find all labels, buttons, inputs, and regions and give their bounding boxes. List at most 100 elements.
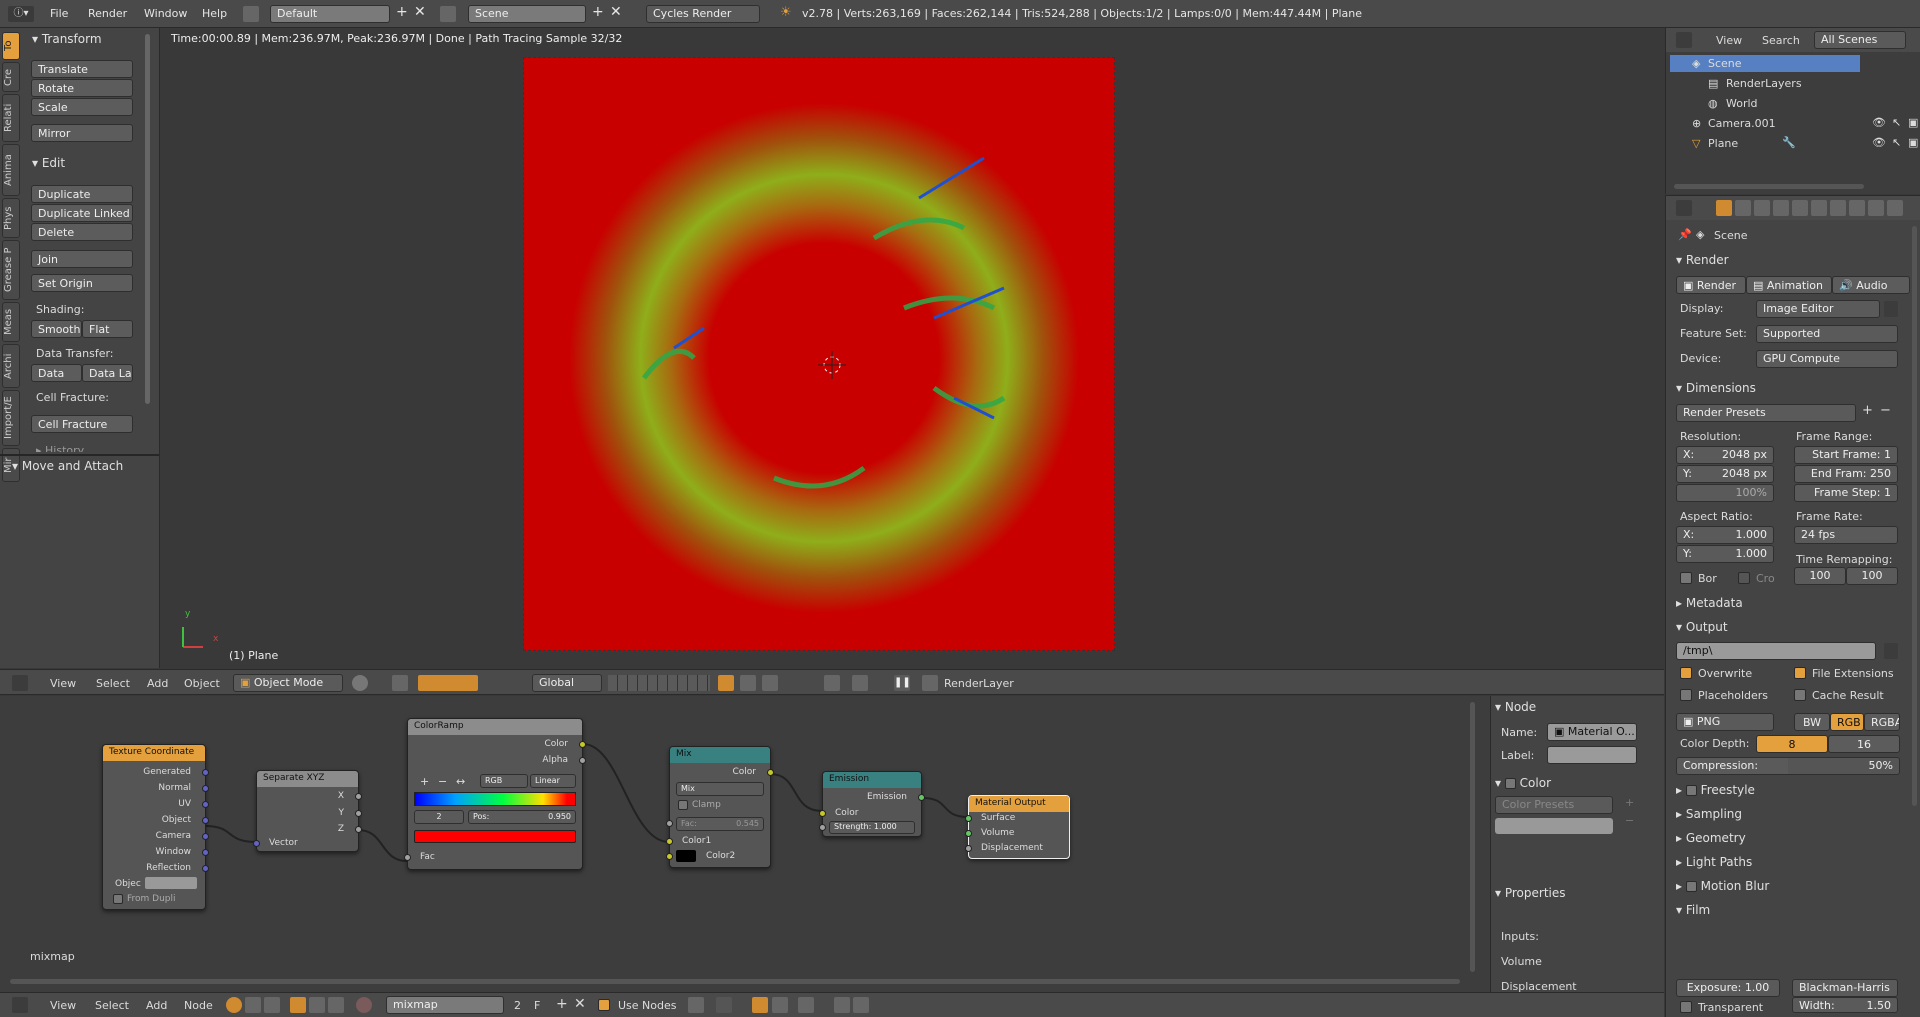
editor-type-icon[interactable] — [12, 997, 28, 1013]
render-panel-header[interactable]: ▾ Render — [1676, 253, 1729, 267]
socket[interactable] — [579, 757, 586, 764]
node-header[interactable]: Mix — [670, 747, 770, 763]
sampling-panel-header[interactable]: ▸ Sampling — [1676, 807, 1742, 821]
texture-tab-icon[interactable] — [1887, 200, 1903, 216]
interpolation-select[interactable]: Linear — [530, 774, 576, 788]
strength-field[interactable]: Strength: 1.000 — [829, 821, 915, 834]
socket[interactable] — [819, 824, 826, 831]
output-path-field[interactable]: /tmp\ — [1676, 642, 1876, 660]
remove-preset-icon[interactable]: − — [1880, 403, 1891, 418]
socket[interactable] — [965, 830, 972, 837]
node-panel-header[interactable]: ▾ Node — [1495, 700, 1536, 714]
stop-color-swatch[interactable] — [414, 830, 576, 843]
mirror-button[interactable]: Mirror — [31, 124, 133, 142]
geometry-panel-header[interactable]: ▸ Geometry — [1676, 831, 1746, 845]
tab-measure[interactable]: Meas — [2, 302, 20, 342]
add-preset-icon[interactable]: + — [1625, 796, 1634, 809]
tab-create[interactable]: Cre — [2, 62, 20, 92]
remove-layout-icon[interactable]: ✕ — [414, 4, 426, 20]
display-select[interactable]: Image Editor — [1756, 300, 1880, 318]
properties-panel-header[interactable]: ▾ Properties — [1495, 886, 1566, 900]
depth-16-button[interactable]: 16 — [1828, 735, 1900, 753]
color-ramp-gradient[interactable] — [414, 792, 576, 806]
delete-button[interactable]: Delete — [31, 223, 133, 241]
scene-icon[interactable] — [440, 6, 456, 22]
outliner-row-scene[interactable]: ◈ Scene — [1670, 55, 1860, 72]
socket[interactable] — [355, 810, 362, 817]
socket[interactable] — [767, 769, 774, 776]
shader-nodes-icon[interactable] — [226, 997, 242, 1013]
add-material-icon[interactable]: + — [556, 996, 568, 1012]
flat-button[interactable]: Flat — [82, 320, 133, 338]
outliner-row-camera[interactable]: ⊕ Camera.001 👁 ↖ ▣ — [1670, 115, 1920, 132]
socket[interactable] — [355, 826, 362, 833]
socket[interactable] — [202, 801, 209, 808]
color2-swatch[interactable] — [676, 850, 696, 862]
pivot-icon[interactable] — [392, 675, 408, 691]
start-frame-field[interactable]: Start Frame: 1 — [1794, 446, 1898, 464]
add-stop-icon[interactable]: + — [420, 775, 429, 788]
resolution-y-field[interactable]: Y: 2048 px — [1676, 465, 1774, 483]
linestyle-icon[interactable] — [328, 997, 344, 1013]
world-shader-icon[interactable] — [309, 997, 325, 1013]
orientation-select[interactable]: Global — [532, 674, 602, 692]
world-tab-icon[interactable] — [1773, 200, 1789, 216]
socket[interactable] — [666, 820, 673, 827]
tab-animation[interactable]: Anima — [2, 144, 20, 196]
motion-blur-panel-header[interactable]: ▸ Motion Blur — [1676, 879, 1769, 893]
tab-grease-pencil[interactable]: Grease P — [2, 240, 20, 300]
file-format-select[interactable]: ▣ PNG — [1676, 713, 1774, 731]
light-paths-panel-header[interactable]: ▸ Light Paths — [1676, 855, 1752, 869]
node-header[interactable]: Material Output — [969, 796, 1069, 812]
outliner-menu-view[interactable]: View — [1716, 34, 1742, 47]
socket[interactable] — [202, 817, 209, 824]
outliner-h-scrollbar[interactable] — [1674, 184, 1864, 189]
socket[interactable] — [202, 833, 209, 840]
outliner-row-renderlayers[interactable]: ▤ RenderLayers — [1670, 75, 1870, 92]
pause-icon[interactable]: ❚❚ — [894, 675, 911, 691]
crop-checkbox[interactable] — [1738, 572, 1750, 584]
exposure-field[interactable]: Exposure: 1.00 — [1676, 979, 1780, 997]
object-tab-icon[interactable] — [1792, 200, 1808, 216]
audio-button[interactable]: 🔊 Audio — [1832, 276, 1910, 294]
color-rgb-button[interactable]: RGB — [1830, 713, 1864, 731]
info-editor-icon[interactable]: ⓘ▾ — [8, 6, 34, 22]
tab-import-export[interactable]: Import/E — [2, 390, 20, 446]
node-editor[interactable]: Texture Coordinate Generated Normal UV O… — [0, 696, 1490, 992]
outliner-editor-icon[interactable] — [1676, 32, 1692, 48]
modifier-wrench-icon[interactable]: 🔧 — [1782, 136, 1796, 149]
socket[interactable] — [918, 794, 925, 801]
tab-physics[interactable]: Phys — [2, 198, 20, 238]
node-emission[interactable]: Emission Emission Color Strength: 1.000 — [819, 771, 925, 837]
metadata-panel-header[interactable]: ▸ Metadata — [1676, 596, 1743, 610]
go-to-parent-icon[interactable] — [716, 997, 732, 1013]
fac-field[interactable]: Fac: 0.545 — [676, 817, 764, 831]
node-separate-xyz[interactable]: Separate XYZ X Y Z Vector — [253, 770, 362, 852]
snap-icon[interactable] — [740, 675, 756, 691]
node-header[interactable]: Separate XYZ — [257, 771, 358, 787]
from-dupli-checkbox[interactable] — [113, 894, 123, 904]
socket[interactable] — [253, 840, 260, 847]
remove-stop-icon[interactable]: − — [438, 775, 447, 788]
set-origin-dropdown[interactable]: Set Origin — [31, 274, 133, 292]
color-rgba-button[interactable]: RGBA — [1864, 713, 1900, 731]
device-select[interactable]: GPU Compute — [1756, 350, 1898, 368]
render-tab-icon[interactable] — [1716, 200, 1732, 216]
socket[interactable] — [666, 838, 673, 845]
menu-file[interactable]: File — [50, 7, 68, 20]
cache-result-checkbox[interactable] — [1794, 689, 1806, 701]
modifiers-tab-icon[interactable] — [1830, 200, 1846, 216]
render-engine-select[interactable]: Cycles Render — [646, 5, 760, 23]
properties-editor-icon[interactable] — [1676, 200, 1692, 216]
remap-old-field[interactable]: 100 — [1794, 567, 1846, 585]
rotate-button[interactable]: Rotate — [31, 79, 133, 97]
fake-user-toggle[interactable]: F — [534, 999, 540, 1012]
menu-node[interactable]: Node — [184, 999, 213, 1012]
color-checkbox[interactable] — [1504, 778, 1516, 789]
copy-nodes-icon[interactable] — [834, 997, 850, 1013]
translate-button[interactable]: Translate — [31, 60, 133, 78]
data-transfer-button[interactable]: Data — [31, 364, 82, 382]
render-button[interactable]: ▣ Render — [1676, 276, 1746, 294]
color-panel-header[interactable]: ▾ Color — [1495, 776, 1551, 790]
transform-panel-header[interactable]: ▾ Transform — [32, 32, 102, 46]
